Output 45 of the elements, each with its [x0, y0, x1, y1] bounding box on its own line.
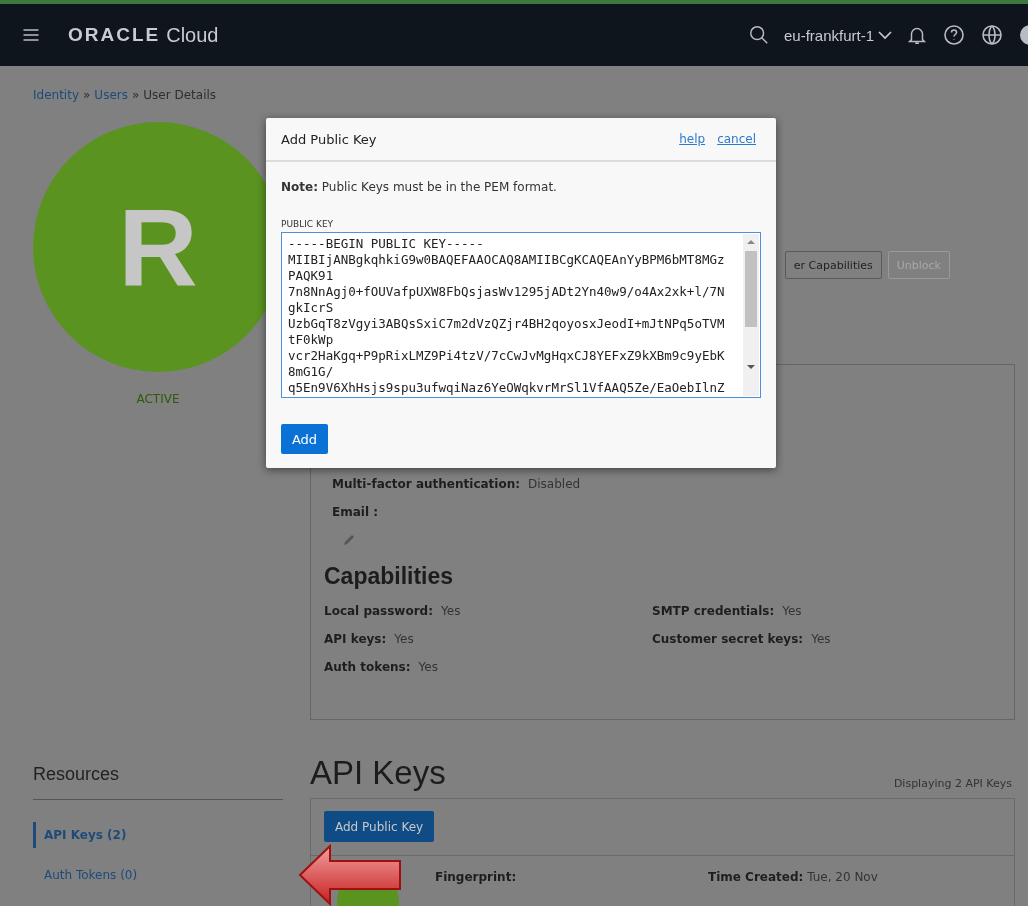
- section-heading: Capabilities: [324, 563, 455, 590]
- format-note: Note: Public Keys must be in the PEM format.: [280, 179, 558, 194]
- product-name: Cloud: [166, 23, 219, 47]
- resource-link[interactable]: Auth Tokens (0): [33, 862, 283, 888]
- search-icon[interactable]: [747, 24, 770, 46]
- add-button[interactable]: Add: [281, 424, 328, 454]
- add-public-key-button[interactable]: Add Public Key: [324, 811, 435, 842]
- field-label: PUBLIC KEY: [280, 218, 335, 231]
- breadcrumb-link[interactable]: Identity: [33, 88, 79, 114]
- dialog-link[interactable]: cancel: [717, 132, 756, 146]
- action-button[interactable]: er Capabilities: [784, 251, 882, 279]
- dialog-link[interactable]: help: [679, 132, 706, 146]
- capability-value: Yes: [418, 660, 438, 674]
- capability-label: Auth tokens:: [324, 660, 411, 674]
- capability-value: Yes: [811, 632, 831, 646]
- capability-label: API keys:: [324, 632, 387, 646]
- capability-value: Yes: [441, 604, 461, 618]
- breadcrumb-link[interactable]: Users: [94, 88, 128, 114]
- time-created: Time Created: Tue, 20 Nov: [708, 870, 878, 886]
- resource-link[interactable]: API Keys (2): [33, 822, 283, 848]
- detail-value: Disabled: [528, 477, 581, 491]
- capability-value: Yes: [394, 632, 414, 646]
- capability-label: SMTP credentials:: [652, 604, 775, 618]
- item-count: Displaying 2 API Keys: [893, 777, 1012, 792]
- public-key-field[interactable]: -----BEGIN PUBLIC KEY----- MIIBIjANBgkqhkiG9w0BAQEFAAOCAQ8AMIIBCgKCAQEAnYyBPM6bMT8MGz PAQK91 7n8NnAgj0+fOUVafpUXW8FbQsjasWv1295jADt2Yn40w9/o4Ax2xk+l/7N gkIcrS UzbGqT8zVgyi3ABQsSxiC7m2dVzQZjr4BH2qoyosxJeodI+mJtNPq5oTVM tF0kWp vcr2HaKgq+P9pRixLMZ9Pi4tzV/7cCwJvMgHqxCJ8YEFxZ9kXBm9c9yEbK 8mG1G/ q5En9V6XhHsjs9spu3ufwqiNaz6YeOWqkvrMrSl1VfAAQ5Ze/EaOebIlnZ: [281, 232, 761, 398]
- capability-value: Yes: [782, 604, 802, 618]
- fingerprint-label: Fingerprint:: [435, 870, 518, 886]
- capability-label: Local password:: [324, 604, 433, 618]
- brand-logo[interactable]: ORACLE: [68, 24, 161, 46]
- region-selector[interactable]: eu-frankfurt-1: [783, 26, 892, 44]
- detail-label: Multi-factor authentication:: [332, 477, 521, 491]
- breadcrumb-current: User Details: [143, 88, 217, 104]
- breadcrumb-separator: »: [83, 88, 91, 104]
- scrollbar[interactable]: [743, 234, 759, 396]
- user-icon[interactable]: [1018, 23, 1028, 47]
- section-title: API Keys: [310, 754, 446, 792]
- chevron-icon[interactable]: [878, 30, 892, 40]
- help-icon[interactable]: [942, 23, 966, 47]
- detail-label: Email :: [332, 505, 378, 519]
- capability-label: Customer secret keys:: [652, 632, 804, 646]
- breadcrumb-separator: »: [131, 88, 140, 104]
- resources-heading: Resources: [33, 764, 283, 800]
- dialog-title: Add Public Key: [281, 131, 377, 147]
- status-label: ACTIVE: [135, 392, 181, 406]
- globe-icon[interactable]: [980, 23, 1004, 47]
